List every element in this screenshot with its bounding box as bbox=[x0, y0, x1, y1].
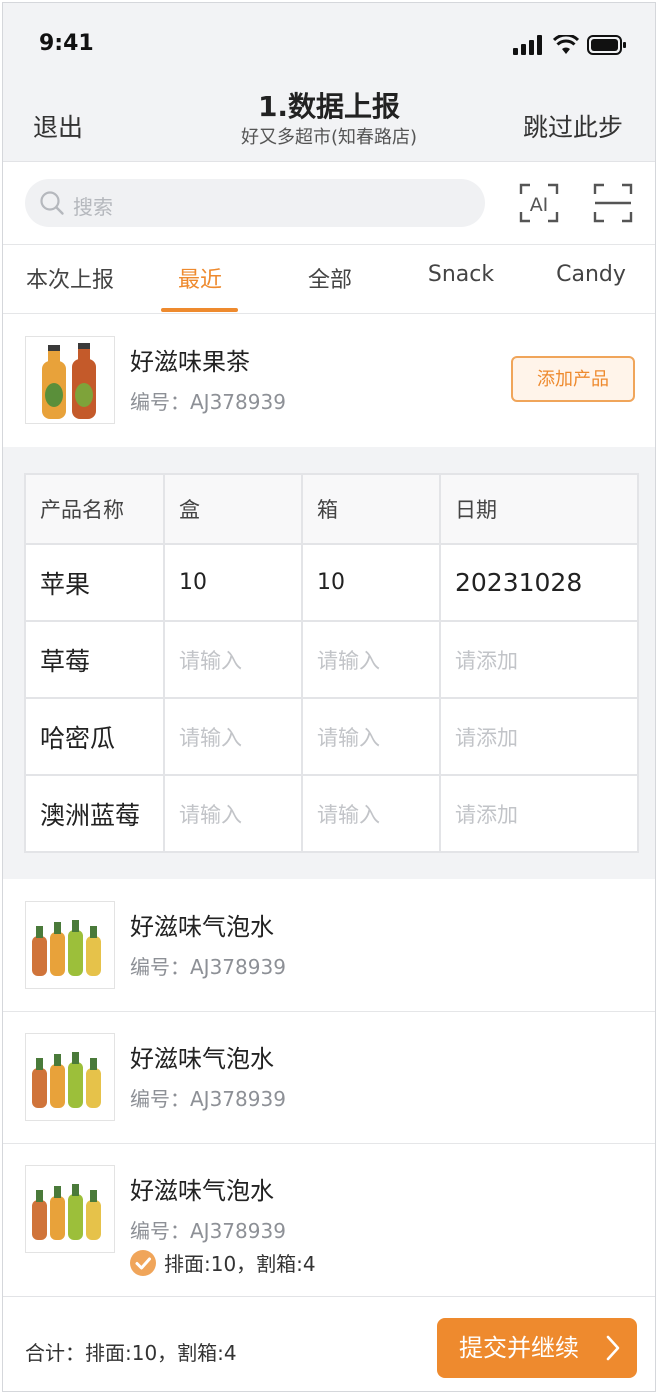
table-header-row: 产品名称 盒 箱 日期 bbox=[24, 473, 639, 545]
box-input[interactable]: 10 bbox=[163, 543, 303, 622]
submit-continue-button[interactable]: 提交并继续 bbox=[437, 1318, 637, 1378]
box-input[interactable]: 请输入 bbox=[163, 697, 303, 776]
row-product-name: 澳洲蓝莓 bbox=[24, 774, 165, 853]
product-name: 好滋味果茶 bbox=[130, 348, 250, 376]
product-item-fruit-tea[interactable]: 好滋味果茶 编号：AJ378939 添加产品 bbox=[3, 314, 655, 448]
list-item[interactable]: 好滋味气泡水 编号：AJ378939 bbox=[3, 1144, 655, 1296]
app-screen: 9:41 退出 1.数据上报 好又多超市(知春路店) 跳过此步 搜索 AI 本次… bbox=[2, 2, 656, 1392]
header-box: 盒 bbox=[163, 473, 303, 545]
ai-recognize-icon[interactable]: AI bbox=[519, 183, 559, 223]
product-image bbox=[25, 1165, 115, 1253]
ai-icon-label: AI bbox=[530, 194, 549, 216]
product-name: 好滋味气泡水 bbox=[130, 1177, 274, 1205]
table-row: 哈密瓜 请输入 请输入 请添加 bbox=[24, 697, 639, 776]
product-detail-panel: 产品名称 盒 箱 日期 苹果 10 10 20231028 草莓 请输入 请输入… bbox=[3, 447, 655, 879]
status-text: 排面:10，割箱:4 bbox=[164, 1252, 316, 1276]
category-tabs: 本次上报 最近 全部 Snack Candy bbox=[3, 245, 655, 314]
bottom-bar: 合计：排面:10，割箱:4 提交并继续 bbox=[3, 1296, 655, 1391]
date-input[interactable]: 请添加 bbox=[439, 620, 639, 699]
case-input[interactable]: 请输入 bbox=[301, 774, 441, 853]
status-time: 9:41 bbox=[39, 31, 94, 56]
skip-step-button[interactable]: 跳过此步 bbox=[523, 108, 623, 144]
date-input[interactable]: 20231028 bbox=[439, 543, 639, 622]
case-input[interactable]: 请输入 bbox=[301, 620, 441, 699]
battery-icon bbox=[587, 35, 626, 55]
table-row: 澳洲蓝莓 请输入 请输入 请添加 bbox=[24, 774, 639, 853]
row-product-name: 草莓 bbox=[24, 620, 165, 699]
case-input[interactable]: 10 bbox=[301, 543, 441, 622]
check-circle-icon bbox=[130, 1249, 156, 1276]
product-code: 编号：AJ378939 bbox=[130, 1087, 286, 1111]
active-tab-indicator bbox=[161, 308, 238, 312]
date-input[interactable]: 请添加 bbox=[439, 774, 639, 853]
signal-icon bbox=[513, 35, 542, 55]
box-input[interactable]: 请输入 bbox=[163, 620, 303, 699]
tab-recent[interactable]: 最近 bbox=[150, 262, 250, 294]
wifi-icon bbox=[553, 35, 579, 54]
product-code: 编号：AJ378939 bbox=[130, 1219, 286, 1243]
tab-candy[interactable]: Candy bbox=[541, 262, 641, 287]
header-case: 箱 bbox=[301, 473, 441, 545]
tab-current-report[interactable]: 本次上报 bbox=[20, 262, 120, 294]
summary-text: 合计：排面:10，割箱:4 bbox=[25, 1341, 237, 1365]
search-icon bbox=[40, 191, 64, 215]
scan-icon[interactable] bbox=[593, 183, 633, 223]
product-image bbox=[25, 336, 115, 424]
product-image bbox=[25, 1033, 115, 1121]
case-input[interactable]: 请输入 bbox=[301, 697, 441, 776]
header-product-name: 产品名称 bbox=[24, 473, 165, 545]
tab-all[interactable]: 全部 bbox=[280, 262, 380, 294]
search-input[interactable]: 搜索 bbox=[25, 179, 485, 227]
product-detail-table: 产品名称 盒 箱 日期 苹果 10 10 20231028 草莓 请输入 请输入… bbox=[24, 473, 639, 853]
row-product-name: 哈密瓜 bbox=[24, 697, 165, 776]
date-input[interactable]: 请添加 bbox=[439, 697, 639, 776]
submit-label: 提交并继续 bbox=[459, 1334, 579, 1362]
product-name: 好滋味气泡水 bbox=[130, 1045, 274, 1073]
product-code: 编号：AJ378939 bbox=[130, 390, 286, 414]
list-item[interactable]: 好滋味气泡水 编号：AJ378939 bbox=[3, 879, 655, 1012]
header-date: 日期 bbox=[439, 473, 639, 545]
reported-status: 排面:10，割箱:4 bbox=[130, 1248, 316, 1277]
add-product-button[interactable]: 添加产品 bbox=[511, 356, 635, 402]
product-name: 好滋味气泡水 bbox=[130, 913, 274, 941]
row-product-name: 苹果 bbox=[24, 543, 165, 622]
chevron-right-icon bbox=[606, 1335, 620, 1361]
product-image bbox=[25, 901, 115, 989]
status-bar: 9:41 bbox=[3, 3, 655, 83]
status-icons bbox=[513, 35, 627, 55]
table-row: 草莓 请输入 请输入 请添加 bbox=[24, 620, 639, 699]
nav-bar: 退出 1.数据上报 好又多超市(知春路店) 跳过此步 bbox=[3, 83, 655, 162]
list-item[interactable]: 好滋味气泡水 编号：AJ378939 bbox=[3, 1012, 655, 1144]
search-placeholder: 搜索 bbox=[73, 195, 113, 219]
box-input[interactable]: 请输入 bbox=[163, 774, 303, 853]
product-code: 编号：AJ378939 bbox=[130, 955, 286, 979]
table-row: 苹果 10 10 20231028 bbox=[24, 543, 639, 622]
tab-snack[interactable]: Snack bbox=[411, 262, 511, 287]
